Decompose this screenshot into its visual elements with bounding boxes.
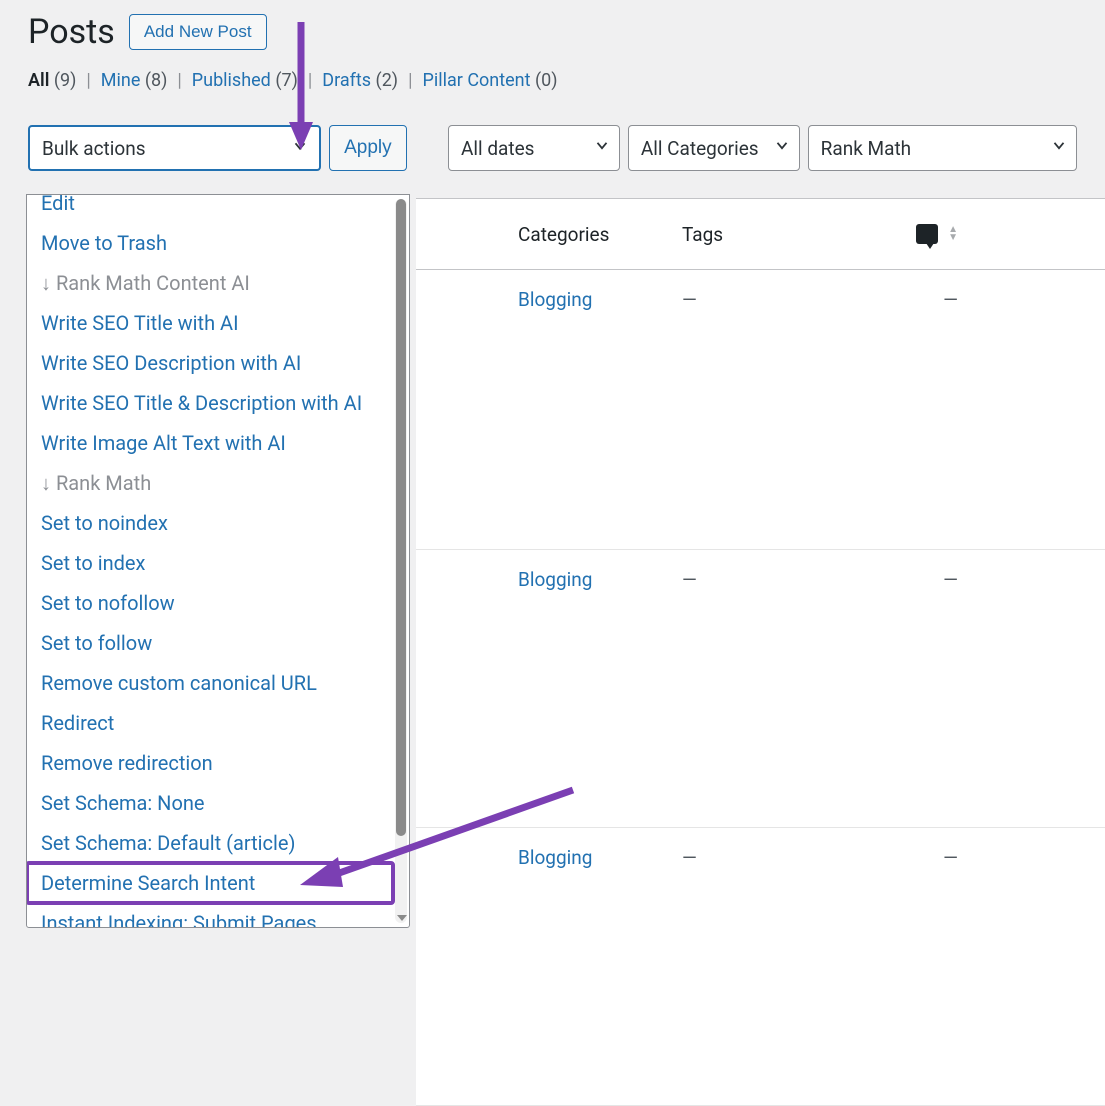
separator: | [177,70,181,91]
scrollbar-down-arrow-icon[interactable] [397,915,407,921]
filter-drafts[interactable]: Drafts [322,70,371,91]
categories-filter-select[interactable]: All Categories [628,125,800,171]
column-comments[interactable]: ▲▼ [898,224,958,244]
bulk-option-seo-title[interactable]: Write SEO Title with AI [27,303,393,343]
annotation-arrow-down-icon [289,22,319,156]
bulk-option-follow[interactable]: Set to follow [27,623,393,663]
table-row: Blogging — — [416,270,1105,550]
bulk-actions-label: Bulk actions [42,137,146,160]
separator: | [86,70,90,91]
bulk-option-trash[interactable]: Move to Trash [27,223,393,263]
bulk-option-edit[interactable]: Edit [27,194,393,223]
table-header-row: Categories Tags ▲▼ [416,198,1105,270]
cell-category[interactable]: Blogging [416,288,682,311]
chevron-down-icon [1050,137,1068,160]
post-status-filters: All (9) | Mine (8) | Published (7) | Dra… [28,70,1077,91]
bulk-option-remove-canonical[interactable]: Remove custom canonical URL [27,663,393,703]
chevron-down-icon [593,137,611,160]
filter-mine[interactable]: Mine [101,70,141,91]
cell-comments: — [898,568,958,591]
bulk-actions-select[interactable]: Bulk actions [28,125,321,171]
add-new-post-button[interactable]: Add New Post [129,14,267,50]
page-title: Posts [28,12,115,52]
filter-mine-count: (8) [145,70,168,91]
dates-filter-select[interactable]: All dates [448,125,620,171]
bulk-group-rank-math: ↓ Rank Math [27,463,393,503]
cell-comments: — [898,288,958,311]
cell-comments: — [898,846,958,869]
bulk-option-index[interactable]: Set to index [27,543,393,583]
filter-drafts-count: (2) [376,70,399,91]
cell-category[interactable]: Blogging [416,568,682,591]
comment-icon [916,224,938,244]
bulk-option-remove-redirection[interactable]: Remove redirection [27,743,393,783]
chevron-down-icon [773,137,791,160]
bulk-option-alt-text[interactable]: Write Image Alt Text with AI [27,423,393,463]
posts-table: Categories Tags ▲▼ Blogging — — Blogging… [416,198,1105,1106]
filter-pillar[interactable]: Pillar Content [422,70,530,91]
filter-all[interactable]: All [28,70,49,91]
scrollbar-thumb[interactable] [396,199,406,836]
cell-tags: — [682,288,898,311]
sort-icon: ▲▼ [948,226,958,242]
separator: | [408,70,412,91]
filter-pillar-count: (0) [535,70,558,91]
bulk-option-nofollow[interactable]: Set to nofollow [27,583,393,623]
bulk-option-seo-desc[interactable]: Write SEO Description with AI [27,343,393,383]
bulk-option-noindex[interactable]: Set to noindex [27,503,393,543]
categories-filter-label: All Categories [641,137,759,160]
rank-math-filter-label: Rank Math [821,137,911,160]
cell-tags: — [682,846,898,869]
filter-published[interactable]: Published [192,70,271,91]
bulk-option-seo-title-desc[interactable]: Write SEO Title & Description with AI [27,383,393,423]
annotation-arrow-diagonal-icon [288,785,588,909]
bulk-option-redirect[interactable]: Redirect [27,703,393,743]
filter-all-count: (9) [54,70,77,91]
rank-math-filter-select[interactable]: Rank Math [808,125,1077,171]
dates-filter-label: All dates [461,137,535,160]
column-categories[interactable]: Categories [416,223,682,246]
cell-tags: — [682,568,898,591]
column-tags[interactable]: Tags [682,223,898,246]
apply-button[interactable]: Apply [329,125,407,171]
bulk-group-content-ai: ↓ Rank Math Content AI [27,263,393,303]
